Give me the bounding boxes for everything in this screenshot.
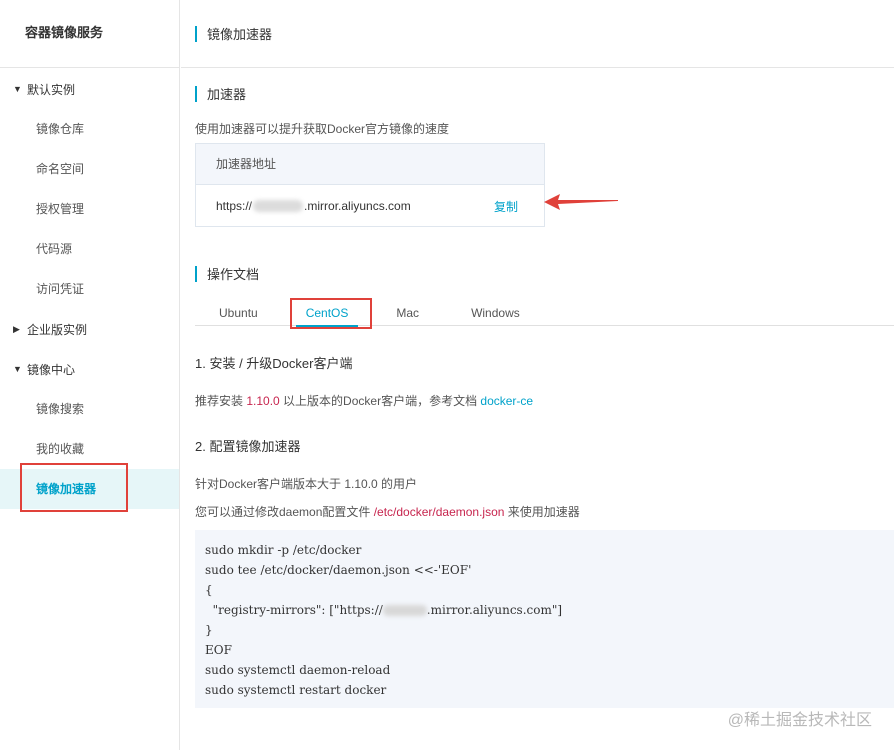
code-line: "registry-mirrors": ["https:// .mirror.al… <box>205 600 884 620</box>
redacted-blur <box>253 200 304 212</box>
text: 以上版本的Docker客户端，参考文档 <box>279 394 481 408</box>
sidebar-title: 容器镜像服务 <box>0 0 179 68</box>
docker-ce-link[interactable]: docker-ce <box>480 394 533 408</box>
copy-link[interactable]: 复制 <box>494 198 518 215</box>
sidebar-item-authorization[interactable]: 授权管理 <box>0 189 179 229</box>
sidebar-item-image-search[interactable]: 镜像搜索 <box>0 389 179 429</box>
heading-bar <box>195 85 197 102</box>
text: 推荐安装 <box>195 394 247 408</box>
accelerator-url: https:// .mirror.aliyuncs.com <box>216 199 494 213</box>
code-text: "registry-mirrors": ["https:// <box>205 603 383 617</box>
nav-group-label: 镜像中心 <box>27 362 76 377</box>
highlight-box-tab <box>290 298 372 329</box>
code-line: sudo systemctl restart docker <box>205 683 387 697</box>
tab-mac[interactable]: Mac <box>372 300 443 326</box>
text: 来使用加速器 <box>504 505 580 519</box>
nav-group-image-center[interactable]: ▼ 镜像中心 <box>0 349 179 389</box>
url-suffix: .mirror.aliyuncs.com <box>304 199 411 213</box>
step1-title: 1. 安装 / 升级Docker客户端 <box>195 356 353 371</box>
code-line: sudo systemctl daemon-reload <box>205 663 391 677</box>
step1-text: 推荐安装 1.10.0 以上版本的Docker客户端，参考文档 docker-c… <box>195 392 533 409</box>
table-header: 加速器地址 <box>196 144 544 185</box>
sidebar-item-code-source[interactable]: 代码源 <box>0 229 179 269</box>
table-row: https:// .mirror.aliyuncs.com 复制 <box>196 185 544 227</box>
code-line: sudo mkdir -p /etc/docker <box>205 543 362 557</box>
section-title-accelerator: 加速器 <box>195 84 246 103</box>
section-title-docs: 操作文档 <box>195 264 259 283</box>
sidebar-item-namespaces[interactable]: 命名空间 <box>0 149 179 189</box>
step2-title: 2. 配置镜像加速器 <box>195 439 301 454</box>
watermark: @稀土掘金技术社区 <box>727 712 872 729</box>
code-line: EOF <box>205 643 232 657</box>
red-arrow-icon <box>544 194 618 210</box>
step2-line1: 针对Docker客户端版本大于 1.10.0 的用户 <box>195 477 418 491</box>
code-line: { <box>205 583 213 597</box>
nav-group-default-instance[interactable]: ▼ 默认实例 <box>0 69 179 109</box>
code-line: } <box>205 623 213 637</box>
page-header: 镜像加速器 <box>181 0 894 68</box>
nav-group-label: 默认实例 <box>27 82 76 97</box>
sidebar-item-repositories[interactable]: 镜像仓库 <box>0 109 179 149</box>
tab-windows[interactable]: Windows <box>443 300 548 326</box>
step2-line2: 您可以通过修改daemon配置文件 /etc/docker/daemon.jso… <box>195 503 580 520</box>
nav-group-label: 企业版实例 <box>27 322 88 337</box>
tab-ubuntu[interactable]: Ubuntu <box>195 300 282 326</box>
heading-bar <box>195 25 197 42</box>
code-line: sudo tee /etc/docker/daemon.json <<-'EOF… <box>205 563 472 577</box>
config-path: /etc/docker/daemon.json <box>373 505 505 519</box>
accelerator-address-table: 加速器地址 https:// .mirror.aliyuncs.com 复制 <box>195 143 545 227</box>
caret-down-icon: ▼ <box>13 84 22 94</box>
sidebar-item-credentials[interactable]: 访问凭证 <box>0 269 179 309</box>
section-title-text: 操作文档 <box>207 267 260 282</box>
main-content: 镜像加速器 加速器 使用加速器可以提升获取Docker官方镜像的速度 加速器地址… <box>181 0 894 750</box>
redacted-blur <box>382 605 427 616</box>
code-text: .mirror.aliyuncs.com"] <box>426 603 563 617</box>
url-prefix: https:// <box>216 199 253 213</box>
version-text: 1.10.0 <box>246 394 280 408</box>
page-title: 镜像加速器 <box>207 27 273 42</box>
heading-bar <box>195 265 197 282</box>
section-title-text: 加速器 <box>207 87 247 102</box>
caret-right-icon: ▶ <box>13 323 20 334</box>
sidebar: 容器镜像服务 ▼ 默认实例 镜像仓库 命名空间 授权管理 代码源 访问凭证 ▶ … <box>0 0 180 750</box>
nav-group-enterprise-instance[interactable]: ▶ 企业版实例 <box>0 309 179 349</box>
text: 您可以通过修改daemon配置文件 <box>195 505 374 519</box>
accelerator-description: 使用加速器可以提升获取Docker官方镜像的速度 <box>195 122 450 136</box>
highlight-box-sidebar <box>20 463 128 512</box>
caret-down-icon: ▼ <box>13 364 22 374</box>
code-block[interactable]: sudo mkdir -p /etc/docker sudo tee /etc/… <box>195 530 894 708</box>
